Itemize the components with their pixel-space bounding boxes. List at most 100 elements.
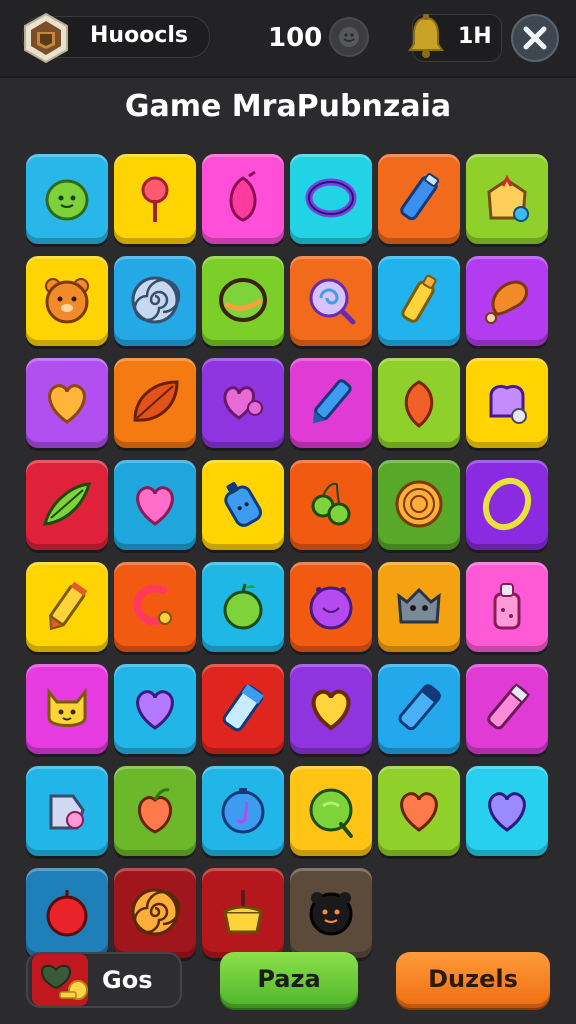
hexagon-badge-icon[interactable] xyxy=(22,12,70,64)
close-button[interactable] xyxy=(511,14,559,62)
game-tile[interactable] xyxy=(290,256,372,346)
gift-key-icon xyxy=(32,954,88,1006)
blue-orb-icon xyxy=(221,788,265,834)
game-tile[interactable] xyxy=(378,460,460,550)
game-tile[interactable] xyxy=(26,562,108,652)
game-tile[interactable] xyxy=(114,358,196,448)
game-tile[interactable] xyxy=(378,766,460,856)
crayon-icon xyxy=(48,581,88,631)
red-apple-icon xyxy=(46,890,88,937)
game-tile[interactable] xyxy=(26,358,108,448)
game-tile[interactable] xyxy=(202,154,284,244)
gos-button[interactable]: Gos xyxy=(26,952,182,1008)
orange-spiral-icon xyxy=(131,888,181,936)
blue-pen2-icon xyxy=(398,683,442,731)
game-tile[interactable] xyxy=(466,664,548,754)
yellow-heart-icon xyxy=(311,689,351,731)
paza-label: Paza xyxy=(257,965,321,993)
game-tile[interactable] xyxy=(26,766,108,856)
lollipop-icon xyxy=(141,176,169,222)
duzels-label: Duzels xyxy=(428,965,518,993)
game-tile[interactable] xyxy=(114,868,196,958)
green-ball-icon xyxy=(219,278,267,322)
purple-swirl-icon xyxy=(309,278,356,325)
pink-heart-icon xyxy=(136,486,174,526)
yellow-bottle-icon xyxy=(401,274,437,323)
blue-tube-icon xyxy=(222,684,264,732)
game-tile[interactable] xyxy=(466,358,548,448)
game-tile[interactable] xyxy=(202,256,284,346)
magnet-icon xyxy=(133,584,172,626)
pink-pen-icon xyxy=(487,683,530,730)
profile-name: Huoocls xyxy=(90,23,188,48)
game-tile[interactable] xyxy=(466,562,548,652)
game-tile[interactable] xyxy=(114,562,196,652)
game-tile[interactable] xyxy=(378,154,460,244)
green-pod-icon xyxy=(42,482,92,526)
game-tile[interactable] xyxy=(378,664,460,754)
page-title: Game MraPubnzaia xyxy=(124,89,452,124)
heart-ball-icon xyxy=(223,386,263,420)
game-tile[interactable] xyxy=(202,562,284,652)
purple-ring-icon xyxy=(305,178,357,218)
game-tile[interactable] xyxy=(378,358,460,448)
yellow-cat-icon xyxy=(47,687,87,727)
green-apple-icon xyxy=(223,583,263,630)
paza-button[interactable]: Paza xyxy=(220,952,358,1008)
game-tile[interactable] xyxy=(466,766,548,856)
game-tile[interactable] xyxy=(202,868,284,958)
coin-icon xyxy=(329,17,369,57)
green-orb-icon xyxy=(309,788,353,838)
purple-bag-icon xyxy=(489,384,527,424)
game-tile[interactable] xyxy=(202,460,284,550)
game-tile[interactable] xyxy=(114,766,196,856)
game-tile[interactable] xyxy=(114,256,196,346)
game-tile[interactable] xyxy=(290,664,372,754)
game-tile[interactable] xyxy=(466,154,548,244)
game-tile[interactable] xyxy=(114,460,196,550)
bag-icon xyxy=(487,174,529,222)
game-tile[interactable] xyxy=(26,664,108,754)
game-tile[interactable] xyxy=(290,562,372,652)
pink-seed-icon xyxy=(229,170,257,222)
game-tile[interactable] xyxy=(378,256,460,346)
game-tile[interactable] xyxy=(290,766,372,856)
duzels-button[interactable]: Duzels xyxy=(396,952,550,1008)
notification-count: 1H xyxy=(458,24,492,49)
blue-bottle-face-icon xyxy=(224,481,262,527)
green-blob-icon xyxy=(45,179,89,221)
game-tile[interactable] xyxy=(26,154,108,244)
bear-face-icon xyxy=(45,278,89,324)
game-tile[interactable] xyxy=(202,358,284,448)
blue-bottle-icon xyxy=(400,173,440,221)
bell-icon[interactable] xyxy=(404,12,448,60)
game-tile[interactable] xyxy=(202,766,284,856)
game-tile[interactable] xyxy=(290,460,372,550)
pink-bottle-icon xyxy=(493,583,521,630)
game-tile[interactable] xyxy=(26,460,108,550)
game-tile[interactable] xyxy=(378,562,460,652)
spiral-icon xyxy=(131,276,181,324)
grey-monster-icon xyxy=(397,587,441,624)
green-cherries-icon xyxy=(311,482,351,526)
game-tile[interactable] xyxy=(114,154,196,244)
game-tile[interactable] xyxy=(202,664,284,754)
dark-monster-icon xyxy=(309,892,353,936)
purple-heart-icon xyxy=(136,690,174,730)
orange-apple-icon xyxy=(138,788,172,834)
leaf-icon xyxy=(133,380,179,422)
game-tile[interactable] xyxy=(290,868,372,958)
game-tile[interactable] xyxy=(290,358,372,448)
game-tile[interactable] xyxy=(114,664,196,754)
game-tile[interactable] xyxy=(466,256,548,346)
heart-icon xyxy=(48,384,86,424)
lilac-heart-icon xyxy=(488,792,526,832)
wood-swirl-icon xyxy=(395,480,443,528)
game-tile[interactable] xyxy=(466,460,548,550)
orange-heart-icon xyxy=(400,792,438,832)
game-tile[interactable] xyxy=(290,154,372,244)
game-tile[interactable] xyxy=(26,868,108,958)
game-tile[interactable] xyxy=(26,256,108,346)
blue-pen-icon xyxy=(313,379,352,424)
gos-label: Gos xyxy=(102,966,153,994)
